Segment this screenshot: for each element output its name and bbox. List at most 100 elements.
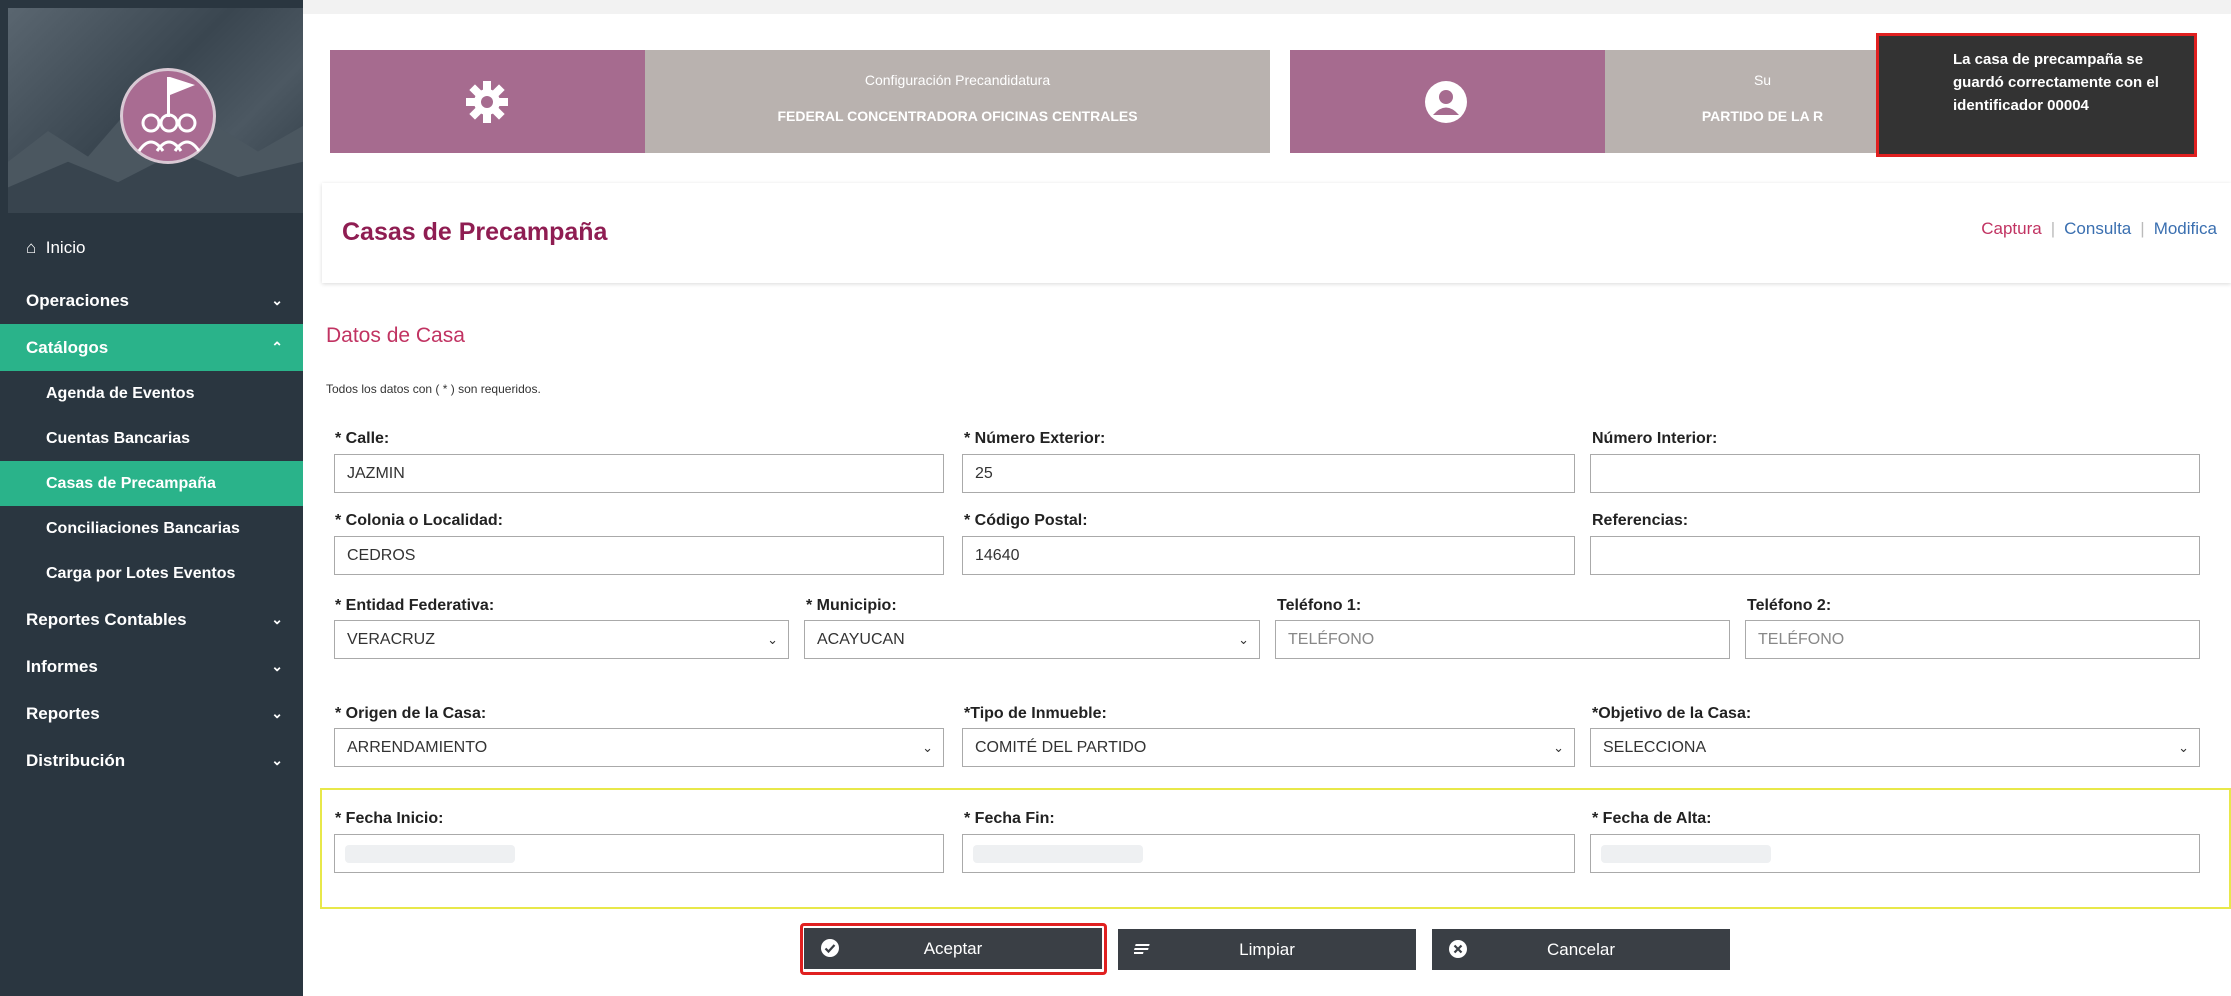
fecha-inicio-label: * Fecha Inicio: — [335, 810, 444, 827]
redacted-date — [1601, 845, 1771, 863]
check-circle-icon — [821, 939, 839, 957]
sidebar-item-distribucion[interactable]: Distribución ⌄ — [0, 737, 303, 784]
objetivo-select[interactable]: SELECCIONA ⌄ — [1590, 728, 2200, 767]
numero-interior-input[interactable] — [1590, 454, 2200, 493]
sidebar-subitem-agenda-eventos[interactable]: Agenda de Eventos — [0, 371, 303, 416]
chevron-down-icon: ⌄ — [271, 292, 283, 308]
sidebar-item-catalogos[interactable]: Catálogos ⌃ — [0, 324, 303, 371]
objetivo-value: SELECCIONA — [1603, 739, 1707, 756]
referencias-label: Referencias: — [1592, 512, 1689, 529]
chevron-up-icon: ⌃ — [271, 339, 283, 355]
chevron-down-icon: ⌄ — [271, 658, 283, 674]
page-title: Casas de Precampaña — [342, 218, 608, 246]
sidebar-item-informes[interactable]: Informes ⌄ — [0, 643, 303, 690]
sidebar-nav: ⌂ Inicio Operaciones ⌄ Catálogos ⌃ Agend… — [0, 230, 303, 784]
objetivo-label: *Objetivo de la Casa: — [1592, 705, 1752, 722]
subject-card-icon-block — [1290, 50, 1605, 153]
sidebar-item-reportes[interactable]: Reportes ⌄ — [0, 690, 303, 737]
chevron-down-icon: ⌄ — [767, 632, 778, 647]
aceptar-button[interactable]: Aceptar — [804, 928, 1102, 969]
cancelar-button[interactable]: Cancelar — [1432, 929, 1730, 970]
entidad-select[interactable]: VERACRUZ ⌄ — [334, 620, 789, 659]
sidebar-item-label: Reportes Contables — [26, 610, 187, 629]
numero-exterior-label: * Número Exterior: — [964, 430, 1106, 447]
config-card-text: Configuración Precandidatura FEDERAL CON… — [645, 50, 1270, 153]
entidad-value: VERACRUZ — [347, 631, 436, 648]
subject-card-text: Su PARTIDO DE LA R — [1605, 50, 1920, 153]
municipio-label: * Municipio: — [806, 597, 897, 614]
sidebar-item-label: Distribución — [26, 751, 126, 770]
sidebar-item-inicio[interactable]: ⌂ Inicio — [0, 230, 303, 266]
origen-select[interactable]: ARRENDAMIENTO ⌄ — [334, 728, 944, 767]
consulta-link[interactable]: Consulta — [2064, 219, 2131, 238]
telefono1-label: Teléfono 1: — [1277, 597, 1362, 614]
telefono2-label: Teléfono 2: — [1747, 597, 1832, 614]
gear-icon — [466, 81, 508, 123]
home-icon: ⌂ — [26, 238, 37, 257]
config-card: Configuración Precandidatura FEDERAL CON… — [330, 50, 1270, 153]
captura-link[interactable]: Captura — [1981, 219, 2041, 238]
sidebar-item-reportes-contables[interactable]: Reportes Contables ⌄ — [0, 596, 303, 643]
sidebar-subitem-cuentas-bancarias[interactable]: Cuentas Bancarias — [0, 416, 303, 461]
tipo-inmueble-value: COMITÉ DEL PARTIDO — [975, 739, 1147, 756]
section-title: Datos de Casa — [326, 324, 465, 347]
app-logo — [120, 68, 216, 164]
fecha-alta-label: * Fecha de Alta: — [1592, 810, 1712, 827]
chevron-down-icon: ⌄ — [1553, 740, 1564, 755]
sidebar-item-label: Inicio — [45, 238, 86, 257]
config-card-title: Configuración Precandidatura — [864, 72, 1051, 88]
codigo-postal-input[interactable]: 14640 — [962, 536, 1575, 575]
numero-exterior-input[interactable]: 25 — [962, 454, 1575, 493]
sidebar-subitem-carga-lotes[interactable]: Carga por Lotes Eventos — [0, 551, 303, 596]
chevron-down-icon: ⌄ — [271, 705, 283, 721]
tipo-inmueble-label: *Tipo de Inmueble: — [964, 705, 1107, 722]
municipio-value: ACAYUCAN — [817, 631, 905, 648]
origen-value: ARRENDAMIENTO — [347, 739, 488, 756]
cancelar-label: Cancelar — [1546, 940, 1616, 959]
referencias-input[interactable] — [1590, 536, 2200, 575]
sidebar-subitem-conciliaciones[interactable]: Conciliaciones Bancarias — [0, 506, 303, 551]
redacted-date — [345, 845, 515, 863]
municipio-select[interactable]: ACAYUCAN ⌄ — [804, 620, 1260, 659]
subject-card-title: Su — [1753, 72, 1772, 88]
sidebar-item-operaciones[interactable]: Operaciones ⌄ — [0, 277, 303, 324]
link-separator: | — [2140, 219, 2145, 238]
success-toast: La casa de precampaña se guardó correcta… — [1876, 33, 2197, 157]
calle-label: * Calle: — [335, 430, 390, 447]
tipo-inmueble-select[interactable]: COMITÉ DEL PARTIDO ⌄ — [962, 728, 1575, 767]
eraser-lines-icon — [1134, 944, 1150, 954]
sidebar-item-label: Catálogos — [26, 338, 109, 357]
modifica-link[interactable]: Modifica — [2154, 219, 2217, 238]
chevron-down-icon: ⌄ — [271, 752, 283, 768]
telefono1-input[interactable]: TELÉFONO — [1275, 620, 1730, 659]
user-icon — [1425, 81, 1467, 123]
sidebar-banner — [8, 8, 303, 213]
redacted-date — [973, 845, 1143, 863]
close-circle-icon — [1449, 940, 1467, 958]
aceptar-label: Aceptar — [923, 939, 983, 958]
codigo-postal-label: * Código Postal: — [964, 512, 1088, 529]
entidad-label: * Entidad Federativa: — [335, 597, 495, 614]
limpiar-button[interactable]: Limpiar — [1118, 929, 1416, 970]
page-header: Casas de Precampaña Captura | Consulta | Mod… — [322, 183, 2231, 283]
chevron-down-icon: ⌄ — [1238, 632, 1249, 647]
config-card-icon-block — [330, 50, 645, 153]
fecha-inicio-input[interactable] — [334, 834, 944, 873]
sidebar: ⌂ Inicio Operaciones ⌄ Catálogos ⌃ Agend… — [0, 0, 303, 996]
fecha-fin-input[interactable] — [962, 834, 1575, 873]
subject-card-value: PARTIDO DE LA R — [1701, 108, 1824, 124]
colonia-input[interactable]: CEDROS — [334, 536, 944, 575]
origen-label: * Origen de la Casa: — [335, 705, 487, 722]
fecha-alta-input[interactable] — [1590, 834, 2200, 873]
chevron-down-icon: ⌄ — [922, 740, 933, 755]
sidebar-item-label: Reportes — [26, 704, 100, 723]
chevron-down-icon: ⌄ — [2178, 740, 2189, 755]
chevron-down-icon: ⌄ — [271, 611, 283, 627]
mode-links: Captura | Consulta | Modifica — [1981, 219, 2217, 239]
telefono2-input[interactable]: TELÉFONO — [1745, 620, 2200, 659]
sidebar-subitem-casas-precampana[interactable]: Casas de Precampaña — [0, 461, 303, 506]
config-card-value: FEDERAL CONCENTRADORA OFICINAS CENTRALES — [777, 108, 1138, 124]
required-note: Todos los datos con ( * ) son requeridos… — [326, 382, 541, 396]
numero-interior-label: Número Interior: — [1592, 430, 1718, 447]
calle-input[interactable]: JAZMIN — [334, 454, 944, 493]
